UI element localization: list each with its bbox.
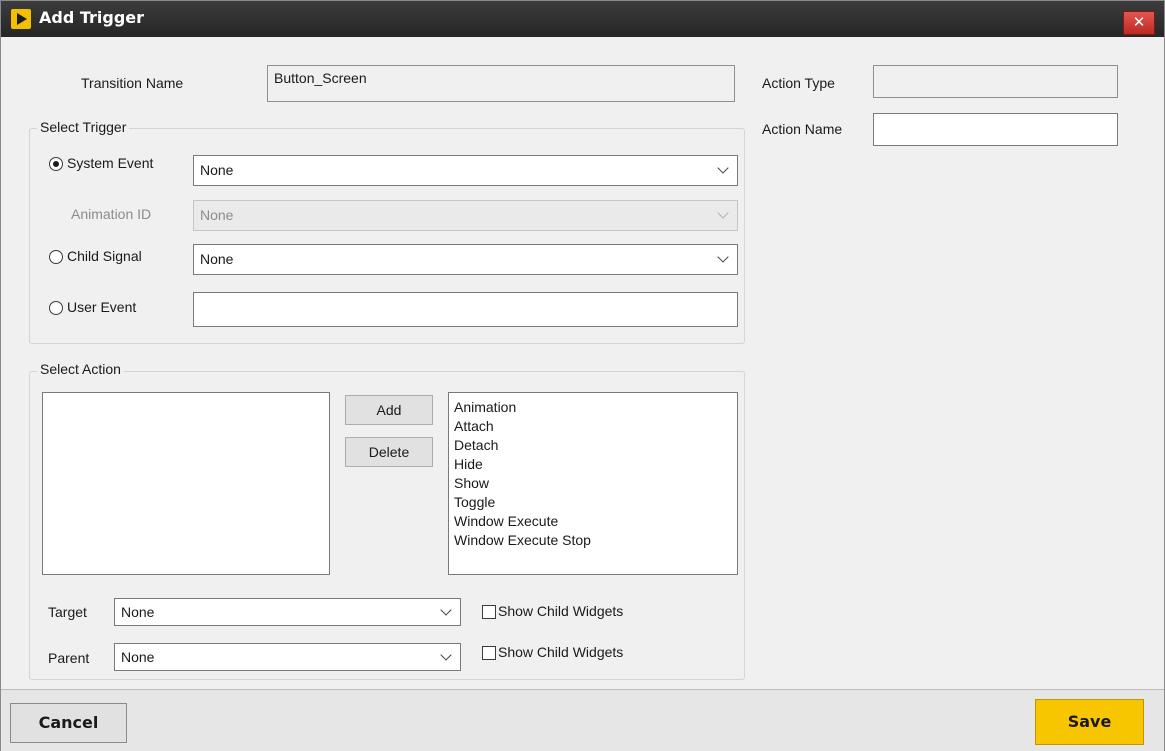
list-item[interactable]: Window Execute Stop — [454, 531, 591, 550]
child-signal-label: Child Signal — [67, 248, 142, 264]
user-event-radio[interactable] — [49, 301, 63, 315]
play-logo-icon — [11, 9, 31, 29]
list-item[interactable]: Show — [454, 474, 489, 493]
child-signal-dropdown[interactable]: None — [193, 244, 738, 275]
list-item[interactable]: Animation — [454, 398, 516, 417]
chevron-down-icon — [717, 251, 729, 263]
transition-name-field: Button_Screen — [267, 65, 735, 102]
parent-dropdown[interactable]: None — [114, 643, 461, 671]
cancel-button[interactable]: Cancel — [10, 703, 127, 743]
list-item[interactable]: Window Execute — [454, 512, 558, 531]
delete-button[interactable]: Delete — [345, 437, 433, 467]
parent-value: None — [121, 649, 155, 665]
chevron-down-icon — [717, 162, 729, 174]
parent-label: Parent — [48, 650, 90, 666]
available-actions-list[interactable]: Animation Attach Detach Hide Show Toggle Windo… — [448, 392, 738, 575]
chevron-down-icon — [717, 207, 729, 219]
add-trigger-dialog: Add Trigger ✕ Transition Name Button_Scr… — [0, 0, 1165, 751]
action-type-label: Action Type — [762, 75, 835, 91]
chevron-down-icon — [440, 604, 452, 616]
dialog-title: Add Trigger — [39, 8, 145, 27]
action-name-input[interactable] — [873, 113, 1118, 146]
list-item[interactable]: Attach — [454, 417, 494, 436]
system-event-value: None — [200, 162, 234, 178]
list-item[interactable]: Hide — [454, 455, 483, 474]
dialog-footer: Cancel Save — [1, 689, 1164, 751]
save-button[interactable]: Save — [1035, 699, 1144, 745]
action-type-field — [873, 65, 1118, 98]
list-item[interactable]: Detach — [454, 436, 498, 455]
select-trigger-title: Select Trigger — [37, 119, 130, 135]
add-button[interactable]: Add — [345, 395, 433, 425]
animation-id-value: None — [200, 207, 234, 223]
select-action-title: Select Action — [37, 361, 124, 377]
target-label: Target — [48, 604, 87, 620]
animation-id-label: Animation ID — [71, 206, 152, 222]
parent-show-child-widgets-checkbox[interactable] — [482, 646, 496, 660]
target-value: None — [121, 604, 155, 620]
parent-show-child-widgets-label: Show Child Widgets — [498, 644, 624, 660]
target-show-child-widgets-checkbox[interactable] — [482, 605, 496, 619]
user-event-input[interactable] — [193, 292, 738, 327]
target-dropdown[interactable]: None — [114, 598, 461, 626]
user-event-label: User Event — [67, 299, 137, 315]
child-signal-radio[interactable] — [49, 250, 63, 264]
action-name-label: Action Name — [762, 121, 843, 137]
target-show-child-widgets-label: Show Child Widgets — [498, 603, 624, 619]
system-event-dropdown[interactable]: None — [193, 155, 738, 186]
chevron-down-icon — [440, 649, 452, 661]
child-signal-value: None — [200, 251, 234, 267]
dialog-body: Transition Name Button_Screen Action Typ… — [10, 39, 1156, 689]
title-bar: Add Trigger ✕ — [1, 1, 1164, 37]
selected-actions-list[interactable] — [42, 392, 330, 575]
close-icon[interactable]: ✕ — [1123, 11, 1155, 35]
system-event-label: System Event — [67, 155, 154, 171]
transition-name-label: Transition Name — [81, 75, 184, 91]
system-event-radio[interactable] — [49, 157, 63, 171]
animation-id-dropdown: None — [193, 200, 738, 231]
list-item[interactable]: Toggle — [454, 493, 495, 512]
